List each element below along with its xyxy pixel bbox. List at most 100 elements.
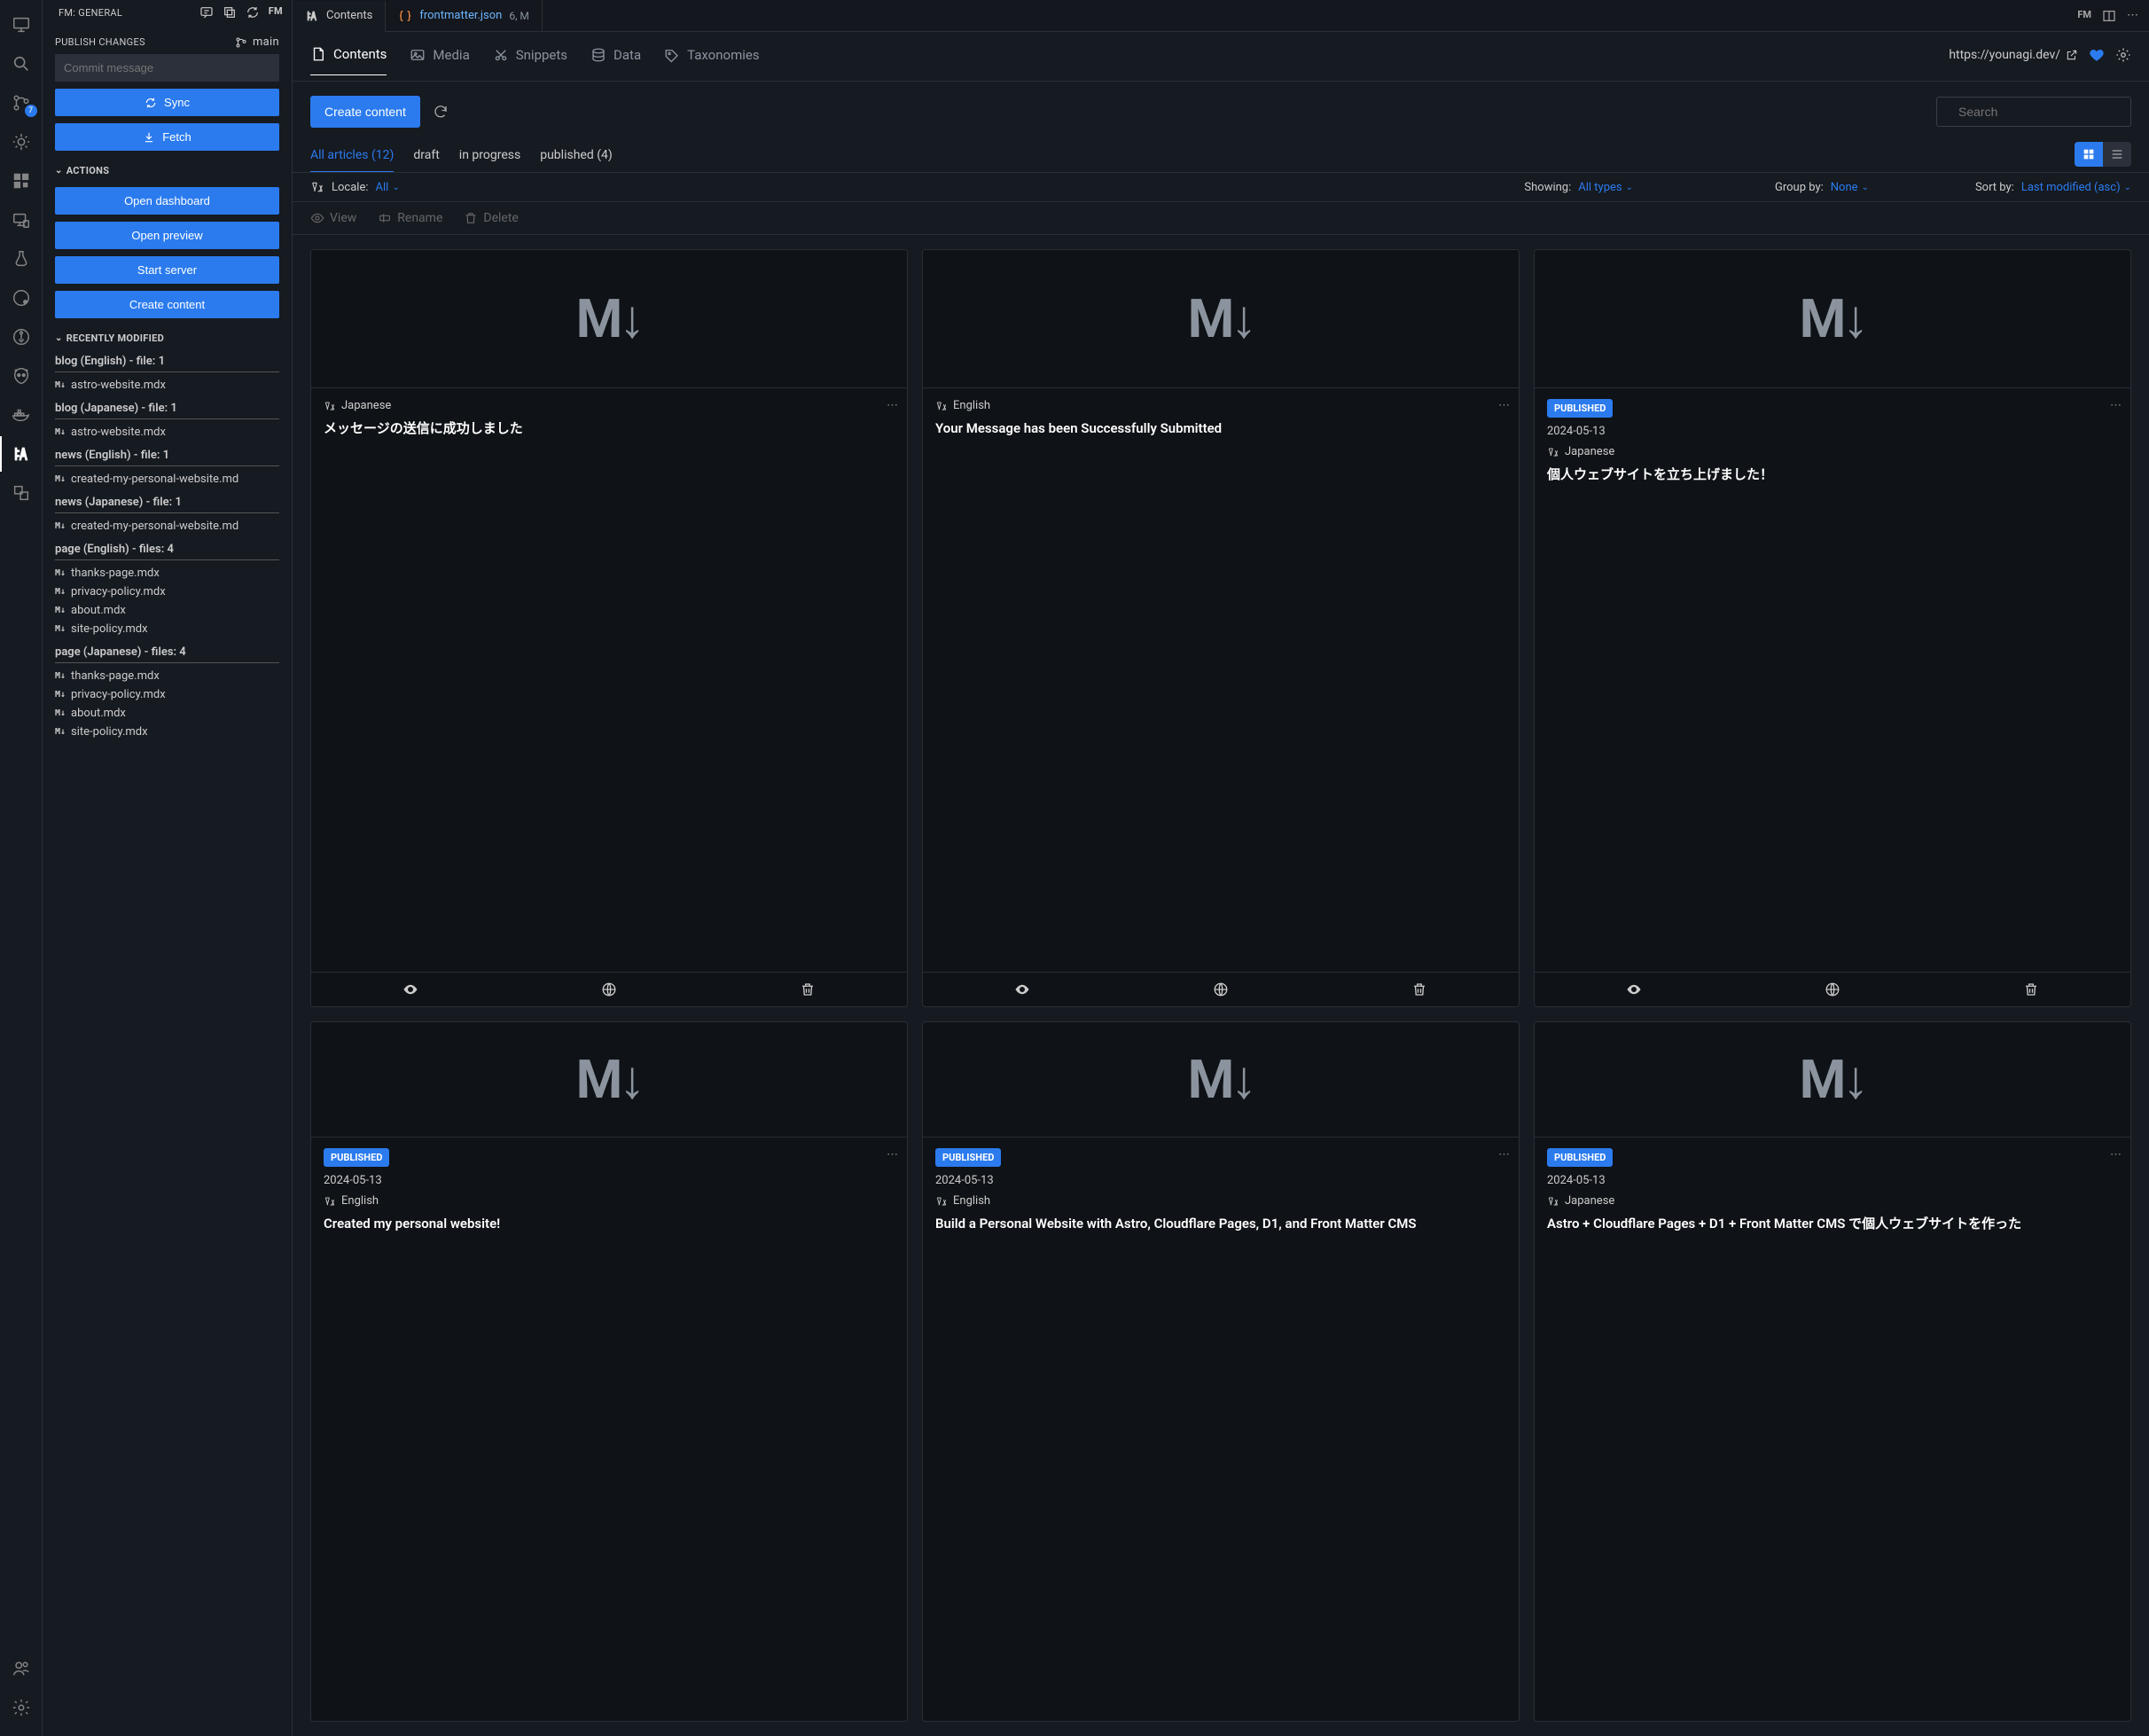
card-view-icon[interactable] (1626, 981, 1642, 997)
nav-taxonomies[interactable]: Taxonomies (664, 47, 759, 75)
list-view-button[interactable] (2103, 142, 2131, 167)
create-content-button[interactable]: Create content (55, 291, 279, 318)
recent-file[interactable]: M↓astro-website.mdx (55, 423, 279, 442)
recent-group-title[interactable]: page (Japanese) - files: 4 (55, 638, 279, 663)
nav-data[interactable]: Data (590, 47, 641, 75)
card-actions (311, 972, 907, 1006)
recent-file[interactable]: M↓thanks-page.mdx (55, 667, 279, 685)
content-refresh-icon[interactable] (433, 104, 449, 120)
recent-file[interactable]: M↓about.mdx (55, 704, 279, 723)
tab-published[interactable]: published (4) (540, 143, 613, 171)
card-globe-icon[interactable] (1825, 981, 1840, 997)
start-server-button[interactable]: Start server (55, 256, 279, 284)
recent-file[interactable]: M↓created-my-personal-website.md (55, 517, 279, 536)
grid-view-button[interactable] (2075, 142, 2103, 167)
debug-icon[interactable] (0, 124, 43, 160)
content-card[interactable]: M↓⋯PUBLISHED2024-05-13EnglishBuild a Per… (922, 1021, 1520, 1722)
split-icon[interactable] (2102, 9, 2116, 23)
refresh-icon[interactable] (246, 5, 260, 20)
tab-in-progress[interactable]: in progress (459, 143, 520, 171)
source-control-icon[interactable]: 7 (0, 85, 43, 121)
fm-tab-icon[interactable]: FM (2077, 9, 2091, 23)
content-card[interactable]: M↓⋯PUBLISHED2024-05-13EnglishCreated my … (310, 1021, 908, 1722)
card-menu-icon[interactable]: ⋯ (887, 399, 898, 412)
commit-input[interactable] (55, 54, 279, 82)
card-delete-icon[interactable] (800, 981, 816, 997)
locale-selector[interactable]: All ⌄ (376, 181, 400, 194)
content-card[interactable]: M↓⋯Japaneseメッセージの送信に成功しました (310, 249, 908, 1007)
card-view-icon[interactable] (402, 981, 418, 997)
layers-icon[interactable] (0, 475, 43, 511)
heart-icon[interactable] (2089, 47, 2105, 63)
recent-file[interactable]: M↓created-my-personal-website.md (55, 470, 279, 489)
tab-frontmatter-json[interactable]: frontmatter.json 6, M (386, 0, 543, 31)
remote-explorer-icon[interactable] (0, 202, 43, 238)
alien-icon[interactable] (0, 358, 43, 394)
fetch-button[interactable]: Fetch (55, 123, 279, 151)
nav-media[interactable]: Media (410, 47, 469, 75)
recent-group-title[interactable]: blog (English) - file: 1 (55, 348, 279, 372)
recent-group-title[interactable]: blog (Japanese) - file: 1 (55, 395, 279, 419)
sync-button[interactable]: Sync (55, 89, 279, 116)
sort-selector[interactable]: Last modified (asc) ⌄ (2021, 181, 2131, 194)
recent-group-title[interactable]: news (Japanese) - file: 1 (55, 489, 279, 513)
action-delete[interactable]: Delete (464, 211, 518, 225)
tab-contents[interactable]: Contents (293, 1, 386, 32)
site-url[interactable]: https://younagi.dev/ (1949, 48, 2078, 62)
recent-file[interactable]: M↓privacy-policy.mdx (55, 583, 279, 601)
nav-snippets[interactable]: Snippets (493, 47, 567, 75)
card-menu-icon[interactable]: ⋯ (1498, 1148, 1510, 1161)
recent-group-title[interactable]: page (English) - files: 4 (55, 536, 279, 560)
tab-draft[interactable]: draft (413, 143, 439, 171)
card-menu-icon[interactable]: ⋯ (2110, 399, 2122, 412)
content-card[interactable]: M↓⋯EnglishYour Message has been Successf… (922, 249, 1520, 1007)
tab-all[interactable]: All articles (12) (310, 143, 394, 172)
card-globe-icon[interactable] (1213, 981, 1229, 997)
settings-icon[interactable] (0, 1690, 43, 1725)
card-delete-icon[interactable] (2023, 981, 2039, 997)
recent-file[interactable]: M↓astro-website.mdx (55, 376, 279, 395)
card-menu-icon[interactable]: ⋯ (2110, 1148, 2122, 1161)
collapse-icon[interactable] (223, 5, 237, 20)
remote-icon[interactable] (0, 7, 43, 43)
card-globe-icon[interactable] (601, 981, 617, 997)
showing-selector[interactable]: All types ⌄ (1578, 181, 1633, 194)
fm-logo-icon[interactable]: FM (269, 5, 283, 20)
card-menu-icon[interactable]: ⋯ (1498, 399, 1510, 412)
test-icon[interactable] (0, 241, 43, 277)
git-graph-icon[interactable] (0, 319, 43, 355)
nav-contents[interactable]: Contents (310, 46, 387, 75)
recent-header[interactable]: ⌄RECENTLY MODIFIED (55, 324, 279, 348)
open-dashboard-button[interactable]: Open dashboard (55, 187, 279, 215)
content-card[interactable]: M↓⋯PUBLISHED2024-05-13Japanese個人ウェブサイトを立… (1534, 249, 2131, 1007)
accounts-icon[interactable] (0, 1651, 43, 1686)
more-icon[interactable]: ⋯ (2127, 9, 2138, 23)
docker-icon[interactable] (0, 397, 43, 433)
timeline-icon[interactable] (0, 280, 43, 316)
action-view[interactable]: View (310, 211, 356, 225)
recent-group-title[interactable]: news (English) - file: 1 (55, 442, 279, 466)
card-view-icon[interactable] (1014, 981, 1030, 997)
card-delete-icon[interactable] (1411, 981, 1427, 997)
search-icon[interactable] (0, 46, 43, 82)
recent-file[interactable]: M↓thanks-page.mdx (55, 564, 279, 583)
card-title: Build a Personal Website with Astro, Clo… (935, 1215, 1506, 1233)
actions-header[interactable]: ⌄ACTIONS (55, 156, 279, 180)
open-preview-button[interactable]: Open preview (55, 222, 279, 249)
frontmatter-icon[interactable] (0, 436, 43, 472)
search-box[interactable] (1936, 97, 2131, 127)
recent-file[interactable]: M↓site-policy.mdx (55, 723, 279, 741)
search-input[interactable] (1958, 105, 2119, 119)
group-selector[interactable]: None ⌄ (1831, 181, 1869, 194)
action-rename[interactable]: Rename (378, 211, 442, 225)
comment-icon[interactable] (199, 5, 214, 20)
recent-file[interactable]: M↓privacy-policy.mdx (55, 685, 279, 704)
recent-file[interactable]: M↓about.mdx (55, 601, 279, 620)
card-menu-icon[interactable]: ⋯ (887, 1148, 898, 1161)
content-card[interactable]: M↓⋯PUBLISHED2024-05-13JapaneseAstro + Cl… (1534, 1021, 2131, 1722)
toolbar-gear-icon[interactable] (2115, 47, 2131, 63)
main-create-content-button[interactable]: Create content (310, 96, 420, 128)
extensions-icon[interactable] (0, 163, 43, 199)
branch-row[interactable]: main (235, 35, 279, 49)
recent-file[interactable]: M↓site-policy.mdx (55, 620, 279, 638)
